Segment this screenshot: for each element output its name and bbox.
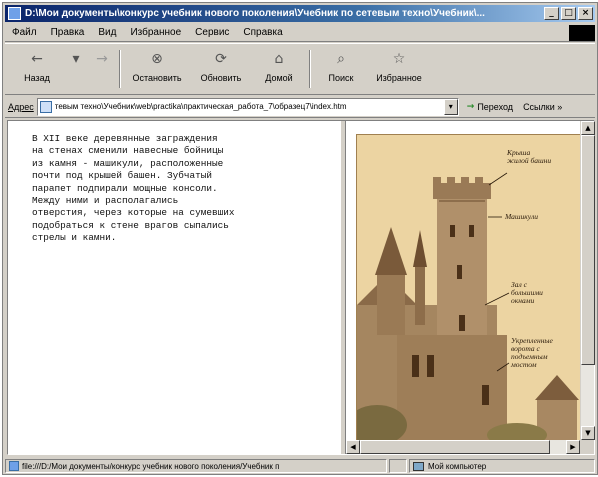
back-dropdown[interactable]: ▾ — [63, 44, 89, 94]
search-button[interactable]: ⌕ Поиск — [315, 44, 367, 94]
window-title: D:\Мои документы\конкурс учебник нового … — [25, 8, 485, 19]
back-arrow-icon: ← — [31, 51, 43, 67]
browser-icon — [8, 7, 21, 20]
toolbar: ← Назад ▾ → ⊗ Остановить ⟳ Обновить ⌂ До… — [5, 43, 595, 95]
go-label: Переход — [477, 101, 514, 112]
menu-help[interactable]: Справка — [236, 27, 289, 38]
favorites-button[interactable]: ☆ Избранное — [367, 44, 431, 94]
close-button[interactable]: × — [578, 7, 593, 20]
scroll-up-button[interactable]: ▲ — [581, 121, 595, 135]
scroll-corner — [580, 440, 594, 454]
page-icon — [39, 100, 52, 113]
menu-edit[interactable]: Правка — [44, 27, 92, 38]
refresh-label: Обновить — [200, 73, 242, 83]
castle-illustration: Крыша жилой башни Машикули Зал с большим… — [356, 134, 588, 442]
horizontal-scrollbar[interactable]: ◀ ▶ — [346, 440, 580, 454]
maximize-button[interactable]: □ — [561, 7, 576, 20]
horizontal-scroll-thumb[interactable] — [360, 440, 550, 454]
forward-arrow-icon: → — [96, 51, 108, 67]
title-bar[interactable]: D:\Мои документы\конкурс учебник нового … — [5, 5, 595, 22]
status-url: file:///D:/Мои документы/конкурс учебник… — [22, 461, 280, 471]
menu-favorites[interactable]: Избранное — [123, 27, 188, 38]
callout-machicolations: Машикули — [505, 212, 538, 221]
status-url-panel: file:///D:/Мои документы/конкурс учебник… — [5, 459, 387, 473]
search-label: Поиск — [328, 73, 354, 83]
address-url: тевым техно\Учебник\web\practika\практич… — [54, 102, 347, 111]
home-icon: ⌂ — [274, 51, 284, 67]
scroll-down-button[interactable]: ▼ — [581, 426, 595, 440]
refresh-icon: ⟳ — [215, 51, 227, 67]
refresh-button[interactable]: ⟳ Обновить — [189, 44, 253, 94]
text-frame: В XII веке деревянные заграждения на сте… — [32, 133, 235, 244]
status-empty-panel — [389, 459, 407, 473]
scroll-left-button[interactable]: ◀ — [346, 440, 360, 454]
address-label: Адрес — [8, 101, 34, 112]
menu-bar: Файл Правка Вид Избранное Сервис Справка — [5, 24, 595, 42]
toolbar-separator — [309, 50, 311, 88]
links-button[interactable]: Ссылки » — [523, 102, 562, 112]
favorites-icon: ☆ — [392, 51, 406, 67]
stop-button[interactable]: ⊗ Остановить — [125, 44, 189, 94]
search-icon: ⌕ — [337, 51, 345, 67]
back-label: Назад — [24, 73, 50, 83]
image-frame: Крыша жилой башни Машикули Зал с большим… — [346, 121, 595, 454]
favorites-label: Избранное — [376, 73, 422, 83]
back-button[interactable]: ← Назад — [11, 44, 63, 94]
address-dropdown-button[interactable]: ▾ — [443, 98, 458, 115]
go-button[interactable]: → Переход — [467, 102, 513, 112]
vertical-scrollbar[interactable]: ▲ ▼ — [580, 121, 595, 440]
browser-window: D:\Мои документы\конкурс учебник нового … — [2, 2, 598, 475]
page-status-icon — [9, 461, 19, 471]
menu-file[interactable]: Файл — [5, 27, 44, 38]
address-bar: Адрес тевым техно\Учебник\web\practika\п… — [5, 96, 595, 118]
forward-button[interactable]: → — [89, 44, 115, 94]
minimize-button[interactable]: _ — [544, 7, 559, 20]
stop-label: Остановить — [132, 73, 182, 83]
home-label: Домой — [265, 73, 293, 83]
address-input[interactable]: тевым техно\Учебник\web\practika\практич… — [36, 97, 459, 116]
callout-gate: Укрепленные ворота с подъемным мостом — [511, 336, 553, 369]
scroll-right-button[interactable]: ▶ — [566, 440, 580, 454]
window-controls: _ □ × — [544, 7, 593, 20]
dropdown-arrow-icon: ▾ — [72, 51, 80, 67]
menu-view[interactable]: Вид — [91, 27, 123, 38]
go-arrow-icon: → — [466, 101, 475, 112]
stop-icon: ⊗ — [151, 51, 163, 67]
status-zone-panel: Мой компьютер — [409, 459, 595, 473]
castle-drawing — [357, 135, 587, 441]
windows-logo-throbber — [569, 24, 595, 41]
callout-hall: Зал с большими окнами — [511, 280, 543, 305]
home-button[interactable]: ⌂ Домой — [253, 44, 305, 94]
toolbar-separator — [119, 50, 121, 88]
computer-icon — [413, 461, 424, 471]
callout-roof: Крыша жилой башни — [507, 148, 552, 165]
menu-tools[interactable]: Сервис — [188, 27, 236, 38]
status-bar: file:///D:/Мои документы/конкурс учебник… — [5, 458, 595, 474]
page-content: В XII веке деревянные заграждения на сте… — [7, 120, 595, 455]
vertical-scroll-thumb[interactable] — [581, 135, 595, 365]
status-zone: Мой компьютер — [428, 461, 487, 471]
